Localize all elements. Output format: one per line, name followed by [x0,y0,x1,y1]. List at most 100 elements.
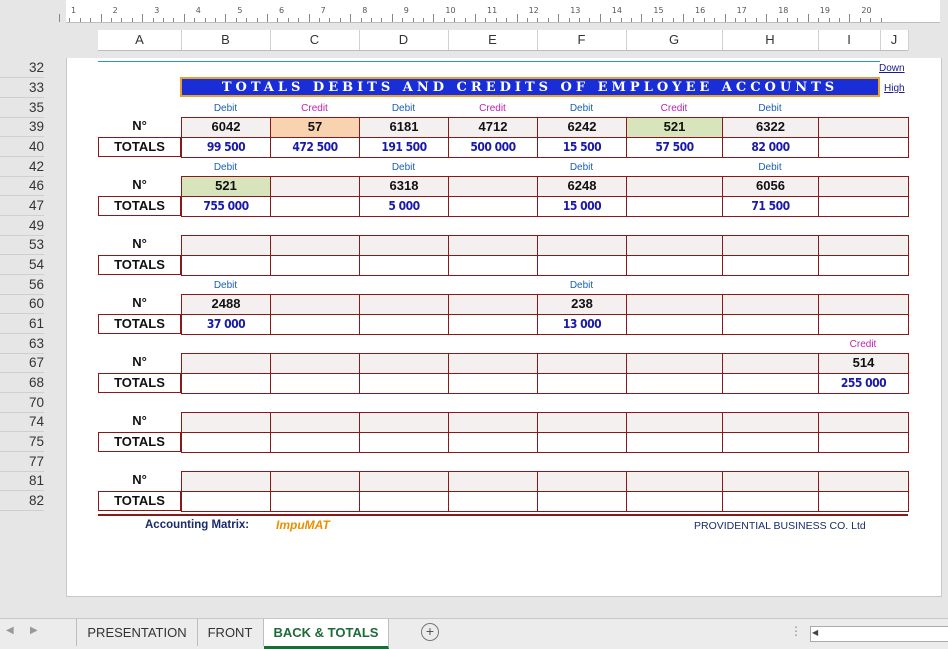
column-header-h[interactable]: H [722,30,819,50]
account-total-cell[interactable] [722,432,819,453]
account-total-cell[interactable] [181,373,271,394]
row-header-35[interactable]: 35 [0,98,44,118]
account-number-cell[interactable]: 6042 [181,117,271,138]
account-number-cell[interactable] [722,412,819,433]
column-header-d[interactable]: D [359,30,449,50]
account-number-cell[interactable] [270,471,360,492]
account-number-cell[interactable] [270,294,360,315]
tab-presentation[interactable]: PRESENTATION [76,619,198,646]
account-total-cell[interactable] [448,432,538,453]
account-total-cell[interactable] [818,255,909,276]
account-total-cell[interactable]: 15 000 [537,196,627,217]
account-number-cell[interactable] [448,176,538,197]
account-total-cell[interactable]: 255 000 [818,373,909,394]
column-header-a[interactable]: A [98,30,182,50]
row-header-40[interactable]: 40 [0,137,44,157]
row-header-56[interactable]: 56 [0,275,44,295]
tab-back-totals[interactable]: BACK & TOTALS [264,619,389,649]
account-number-cell[interactable] [818,117,909,138]
horizontal-scrollbar[interactable]: ◀ [810,626,948,642]
account-total-cell[interactable] [626,373,723,394]
account-number-cell[interactable]: 6248 [537,176,627,197]
account-number-cell[interactable] [818,412,909,433]
account-total-cell[interactable] [818,314,909,335]
account-number-cell[interactable] [537,353,627,374]
account-total-cell[interactable] [448,373,538,394]
account-total-cell[interactable] [818,137,909,158]
column-header-f[interactable]: F [537,30,627,50]
scroll-left-icon[interactable]: ◀ [6,625,14,636]
account-number-cell[interactable] [626,471,723,492]
account-total-cell[interactable] [359,255,449,276]
row-header-46[interactable]: 46 [0,176,44,196]
account-number-cell[interactable] [270,176,360,197]
account-number-cell[interactable] [722,471,819,492]
account-total-cell[interactable] [359,314,449,335]
account-number-cell[interactable]: 238 [537,294,627,315]
account-number-cell[interactable] [270,353,360,374]
account-number-cell[interactable]: 514 [818,353,909,374]
row-header-75[interactable]: 75 [0,432,44,452]
account-total-cell[interactable]: 15 500 [537,137,627,158]
account-number-cell[interactable]: 521 [626,117,723,138]
account-number-cell[interactable] [181,353,271,374]
row-header-33[interactable]: 33 [0,78,44,98]
account-number-cell[interactable] [722,294,819,315]
account-total-cell[interactable] [626,314,723,335]
account-total-cell[interactable] [448,255,538,276]
account-total-cell[interactable] [359,491,449,512]
account-total-cell[interactable]: 37 000 [181,314,271,335]
account-total-cell[interactable] [818,491,909,512]
account-number-cell[interactable] [181,235,271,256]
account-number-cell[interactable] [722,235,819,256]
account-number-cell[interactable] [626,176,723,197]
account-total-cell[interactable]: 191 500 [359,137,449,158]
account-total-cell[interactable]: 472 500 [270,137,360,158]
account-total-cell[interactable] [722,314,819,335]
high-link[interactable]: High [884,83,905,94]
account-number-cell[interactable]: 6056 [722,176,819,197]
row-header-67[interactable]: 67 [0,353,44,373]
account-number-cell[interactable]: 4712 [448,117,538,138]
account-number-cell[interactable] [626,353,723,374]
account-number-cell[interactable] [818,176,909,197]
column-header-j[interactable]: J [880,30,909,50]
account-total-cell[interactable] [722,255,819,276]
account-total-cell[interactable] [448,491,538,512]
account-total-cell[interactable]: 13 000 [537,314,627,335]
account-total-cell[interactable] [537,255,627,276]
row-header-61[interactable]: 61 [0,314,44,334]
account-number-cell[interactable]: 2488 [181,294,271,315]
account-number-cell[interactable] [537,471,627,492]
account-total-cell[interactable] [537,373,627,394]
row-header-32[interactable]: 32 [0,58,44,78]
account-number-cell[interactable] [448,294,538,315]
account-total-cell[interactable]: 5 000 [359,196,449,217]
account-number-cell[interactable] [359,353,449,374]
account-number-cell[interactable]: 6318 [359,176,449,197]
row-header-74[interactable]: 74 [0,412,44,432]
row-header-81[interactable]: 81 [0,471,44,491]
scroll-left-arrow-icon[interactable]: ◀ [812,628,818,637]
column-header-c[interactable]: C [270,30,360,50]
splitter-icon[interactable]: ⋮ [790,624,802,638]
account-total-cell[interactable]: 755 000 [181,196,271,217]
account-total-cell[interactable] [181,255,271,276]
account-number-cell[interactable] [270,235,360,256]
column-header-b[interactable]: B [181,30,271,50]
account-total-cell[interactable] [818,432,909,453]
account-total-cell[interactable] [722,491,819,512]
account-number-cell[interactable] [181,412,271,433]
account-total-cell[interactable]: 99 500 [181,137,271,158]
account-total-cell[interactable] [270,491,360,512]
account-total-cell[interactable] [270,314,360,335]
down-link[interactable]: Down [879,63,905,74]
account-total-cell[interactable] [626,491,723,512]
row-header-77[interactable]: 77 [0,452,44,472]
row-header-70[interactable]: 70 [0,393,44,413]
row-header-47[interactable]: 47 [0,196,44,216]
column-header-i[interactable]: I [818,30,881,50]
account-total-cell[interactable]: 82 000 [722,137,819,158]
account-total-cell[interactable] [722,373,819,394]
account-total-cell[interactable] [359,432,449,453]
